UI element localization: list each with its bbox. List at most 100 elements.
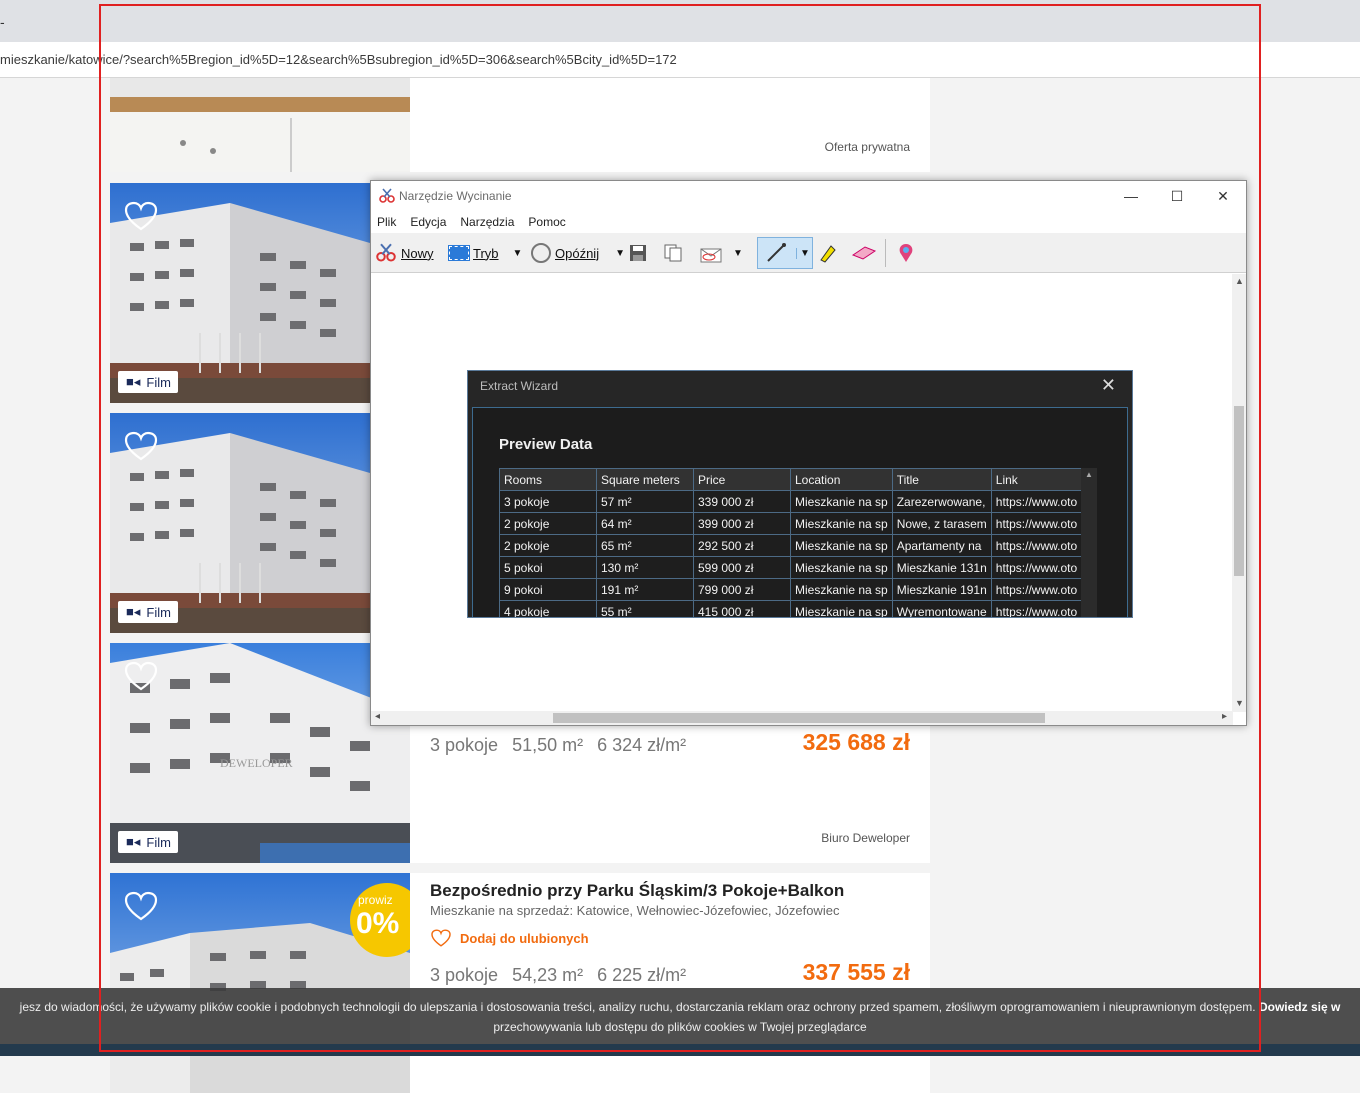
mode-label: Tryb [473,245,499,261]
eraser-icon [851,246,877,260]
save-button[interactable] [629,241,647,265]
mode-button[interactable]: Tryb ▼ [448,241,523,265]
maximize-button[interactable]: ☐ [1154,181,1200,211]
listing-specs: 3 pokoje 51,50 m² 6 324 zł/m² [430,735,686,756]
scroll-left-icon[interactable]: ◂ [375,711,380,722]
url-text[interactable]: mieszkanie/katowice/?search%5Bregion_id%… [0,52,677,67]
table-cell: https://www.oto [990,490,1089,513]
snipping-tool-window[interactable]: Narzędzie Wycinanie ― ☐ ✕ Plik Edycja Na… [370,180,1247,726]
table-scrollbar[interactable]: ▲ [1081,468,1097,617]
table-cell: 57 m² [596,490,694,513]
save-icon [630,245,646,261]
heart-icon[interactable] [124,431,158,461]
tab-label[interactable]: - [0,14,5,30]
column-header[interactable]: Title [891,468,992,491]
menu-help[interactable]: Pomoc [528,215,565,229]
seller-label: Biuro Deweloper [821,831,910,845]
film-button[interactable]: ■◂ Film [118,601,178,623]
close-icon[interactable]: ✕ [1101,375,1116,396]
listing-photo[interactable]: prowi 0 ■◂ Film [110,413,410,633]
delay-label: Opóźnij [555,245,600,261]
table-cell: 599 000 zł [693,556,791,579]
snip-canvas[interactable]: Extract Wizard ✕ Preview Data Rooms Squa… [371,274,1233,712]
address-bar[interactable]: mieszkanie/katowice/?search%5Bregion_id%… [0,42,1360,78]
column-header[interactable]: Square meters [596,468,694,491]
chevron-down-icon[interactable]: ▼ [513,248,523,259]
video-camera-icon: ■◂ [126,374,141,389]
heart-icon[interactable] [124,661,158,691]
close-button[interactable]: ✕ [1200,181,1246,211]
scroll-down-icon[interactable]: ▼ [1235,698,1244,708]
menu-file[interactable]: Plik [377,215,396,229]
table-cell: 9 pokoi [499,578,597,601]
table-cell: Mieszkanie na sp [790,490,893,513]
clock-icon [531,243,551,263]
listing-specs: 3 pokoje 54,23 m² 6 225 zł/m² [430,965,686,986]
menu-edit[interactable]: Edycja [410,215,446,229]
table-cell: Mieszkanie 131n [891,556,992,579]
listing-title[interactable]: Bezpośrednio przy Parku Śląskim/3 Pokoje… [430,881,844,901]
send-button[interactable]: ▼ [699,241,743,265]
eraser-button[interactable] [851,241,877,265]
column-header[interactable]: Link [990,468,1089,491]
minimize-button[interactable]: ― [1108,181,1154,211]
scroll-right-icon[interactable]: ▸ [1222,711,1227,722]
table-row[interactable]: 2 pokoje 65 m² 292 500 zł Mieszkanie na sp A… [499,534,1089,557]
price-value: 337 555 zł [802,959,910,985]
pen-icon [767,243,786,262]
video-camera-icon: ■◂ [126,834,141,849]
listing-card[interactable]: Oferta prywatna [110,78,930,172]
new-snip-button[interactable]: Nowy [375,241,434,265]
cookie-learn-more-link[interactable]: Dowiedz się w [1259,1000,1340,1014]
paint3d-button[interactable] [895,241,917,265]
heart-outline-icon [431,929,451,947]
heart-icon[interactable] [124,201,158,231]
column-header[interactable]: Rooms [499,468,597,491]
vertical-scrollbar[interactable]: ▲ ▼ [1232,274,1246,712]
scissors-icon [379,188,395,203]
table-cell: Mieszkanie na sp [790,578,893,601]
listing-photo[interactable]: DEWELOPER pr 0 ■◂ Film [110,643,410,863]
table-cell: Zarezerwowane, [891,490,992,513]
listing-photo[interactable]: prowi 0 ■◂ Film [110,183,410,403]
table-cell: 64 m² [596,512,694,535]
scissors-icon [376,243,396,262]
listing-photo[interactable]: prowiz 0% [110,873,410,1093]
chevron-down-icon[interactable]: ▼ [615,248,625,259]
delay-button[interactable]: Opóźnij ▼ [531,241,625,265]
table-row[interactable]: 3 pokoje 57 m² 339 000 zł Mieszkanie na sp Z… [499,490,1089,513]
table-row[interactable]: 5 pokoi 130 m² 599 000 zł Mieszkanie na sp M… [499,556,1089,579]
heart-icon[interactable] [124,891,158,921]
table-cell: 2 pokoje [499,534,597,557]
price-value: 325 688 zł [802,729,910,755]
cookie-banner: jesz do wiadomości, że używamy plików co… [0,988,1360,1044]
table-cell: Mieszkanie na sp [790,512,893,535]
column-header[interactable]: Price [693,468,791,491]
menu-tools[interactable]: Narzędzia [460,215,514,229]
table-row[interactable]: 9 pokoi 191 m² 799 000 zł Mieszkanie na sp M… [499,578,1089,601]
table-row[interactable]: 4 pokoje 55 m² 415 000 zł Mieszkanie na sp W… [499,600,1089,617]
column-header[interactable]: Location [790,468,893,491]
extract-wizard-dialog[interactable]: Extract Wizard ✕ Preview Data Rooms Squa… [467,370,1133,618]
film-button[interactable]: ■◂ Film [118,831,178,853]
film-button[interactable]: ■◂ Film [118,371,178,393]
table-row[interactable]: 2 pokoje 64 m² 399 000 zł Mieszkanie na sp N… [499,512,1089,535]
rooms-value: 3 pokoje [430,965,499,985]
listing-card[interactable]: prowiz 0% Bezpośrednio przy Parku Śląski… [110,873,930,1093]
table-cell: 55 m² [596,600,694,617]
pen-button[interactable]: ▼ [757,237,813,269]
listing-photo[interactable] [110,78,410,172]
copy-button[interactable] [663,241,683,265]
table-cell: https://www.oto [990,512,1089,535]
scroll-up-icon[interactable]: ▲ [1235,276,1244,286]
area-value: 51,50 m² [512,735,584,755]
snip-titlebar[interactable]: Narzędzie Wycinanie ― ☐ ✕ [371,181,1246,211]
table-cell: 399 000 zł [693,512,791,535]
watermark-text: DEWELOPER [220,756,293,770]
table-cell: 799 000 zł [693,578,791,601]
highlighter-button[interactable] [817,241,839,265]
chevron-down-icon[interactable]: ▼ [796,247,810,259]
add-to-favorites-button[interactable]: Dodaj do ulubionych [430,929,589,947]
horizontal-scrollbar[interactable]: ◂ ▸ [371,711,1233,725]
chevron-down-icon[interactable]: ▼ [733,248,743,259]
